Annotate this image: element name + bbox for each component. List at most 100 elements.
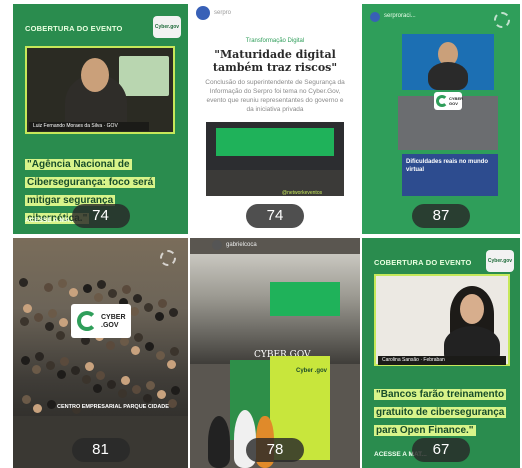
speaker-head xyxy=(81,58,109,92)
crowd-person xyxy=(157,390,166,399)
speaker-caption: Carolina Sansão · Febraban xyxy=(378,356,506,365)
account-handle: gabrielcoca xyxy=(226,242,257,248)
speaker-photo xyxy=(374,274,510,366)
crowd-person xyxy=(33,404,42,413)
article-tag: Transformação Digital xyxy=(245,38,305,44)
event-hall-photo xyxy=(190,254,360,364)
crowd-person xyxy=(93,384,102,393)
stage-screen xyxy=(270,282,340,316)
view-count: 74 xyxy=(246,204,304,228)
crowd-person xyxy=(35,352,44,361)
crowd-person xyxy=(106,341,115,350)
cyber-gov-logo: Cyber.gov xyxy=(153,16,181,38)
crowd-person xyxy=(56,331,65,340)
photo-credit: @networkeventos xyxy=(282,190,323,196)
banner-text: Dificuldades reais no mundo virtual xyxy=(406,159,489,173)
crowd-person xyxy=(145,342,154,351)
crowd-person xyxy=(58,279,67,288)
account-avatar xyxy=(212,240,222,250)
view-count: 67 xyxy=(412,438,470,462)
speaker-caption: Luiz Fernando Moraes da Silva · GOV xyxy=(29,122,149,131)
crowd-person xyxy=(107,380,116,389)
account-handle: serproraci... xyxy=(384,13,416,19)
crowd-person xyxy=(83,284,92,293)
story-tile-6[interactable]: COBERTURA DO EVENTO Cyber.gov Carolina S… xyxy=(362,238,520,468)
crowd-person xyxy=(97,280,106,289)
crowd-person xyxy=(118,389,127,398)
event-stage-photo xyxy=(206,122,344,196)
location-label: CENTRO EMPRESARIAL PARQUE CIDADE xyxy=(57,404,169,410)
tile-header: COBERTURA DO EVENTO xyxy=(25,24,123,33)
crowd-person xyxy=(168,399,177,408)
view-count: 87 xyxy=(412,204,470,228)
crowd-person xyxy=(34,313,43,322)
crowd-person xyxy=(155,312,164,321)
cyber-gov-logo: Cyber.gov xyxy=(486,250,514,272)
crowd-person xyxy=(94,293,103,302)
crowd-person xyxy=(171,386,180,395)
stage-floor xyxy=(206,170,344,196)
crowd-person xyxy=(59,318,68,327)
crowd-person xyxy=(143,394,152,403)
cyber-gov-g-icon xyxy=(436,95,448,107)
article-title: "Maturidade digital também traz riscos" xyxy=(212,48,338,74)
stories-grid: COBERTURA DO EVENTO Cyber.gov Luiz Ferna… xyxy=(0,0,522,468)
view-count: 74 xyxy=(71,204,130,228)
crowd-person xyxy=(108,289,117,298)
speaker-photo xyxy=(25,46,175,134)
crowd-person xyxy=(21,356,30,365)
account-avatar xyxy=(196,6,210,20)
crowd-person xyxy=(85,362,94,371)
story-tile-2[interactable]: serpro Transformação Digital "Maturidade… xyxy=(190,4,360,234)
crowd-person xyxy=(48,309,57,318)
cyber-gov-logo: CYBER .GOV xyxy=(71,304,131,338)
crowd-person xyxy=(158,299,167,308)
view-count: 81 xyxy=(71,438,130,462)
crowd-person xyxy=(121,376,130,385)
crowd-person xyxy=(20,317,29,326)
crowd-person xyxy=(46,361,55,370)
view-count: 78 xyxy=(246,438,304,462)
story-tile-5[interactable]: gabrielcoca CYBER.GOV Cyber .gov 78 xyxy=(190,238,360,468)
crowd-person xyxy=(120,337,129,346)
background-screen xyxy=(119,56,169,96)
crowd-person xyxy=(170,347,179,356)
crowd-person xyxy=(32,365,41,374)
speaker-body xyxy=(428,62,468,90)
stage-wall xyxy=(216,128,334,156)
crowd-person xyxy=(57,370,66,379)
crowd-person xyxy=(47,400,56,409)
crowd-person xyxy=(146,381,155,390)
quote-text: "Bancos farão treinamento gratuito de ci… xyxy=(374,389,507,436)
cta-link[interactable]: ACESSE A MA... xyxy=(25,217,75,224)
crowd-person xyxy=(134,333,143,342)
crowd-person xyxy=(45,322,54,331)
loading-ring-icon xyxy=(494,12,510,28)
crowd-person xyxy=(132,385,141,394)
cyber-gov-logo: CYBER GOV xyxy=(434,92,463,110)
article-description: Conclusão do superintendente de Seguranç… xyxy=(205,79,345,113)
story-tile-4[interactable]: CYBER .GOV CENTRO EMPRESARIAL PARQUE CID… xyxy=(13,238,188,468)
crowd-person xyxy=(122,285,131,294)
panel-photo: Dificuldades reais no mundo virtual xyxy=(402,154,498,196)
account-handle: serpro xyxy=(214,10,232,16)
crowd-person xyxy=(167,360,176,369)
crowd-person xyxy=(131,346,140,355)
crowd-person xyxy=(69,288,78,297)
crowd-person xyxy=(156,351,165,360)
crowd-person xyxy=(169,308,178,317)
crowd-person xyxy=(133,294,142,303)
speaker-head xyxy=(460,294,484,324)
crowd-person xyxy=(71,366,80,375)
speaker-photo xyxy=(402,34,494,90)
story-tile-3[interactable]: serproraci... CYBER GOV Dificuldades rea… xyxy=(362,4,520,234)
crowd-person xyxy=(19,278,28,287)
crowd-person xyxy=(82,375,91,384)
story-tile-1[interactable]: COBERTURA DO EVENTO Cyber.gov Luiz Ferna… xyxy=(13,4,188,234)
tile-header: COBERTURA DO EVENTO xyxy=(374,258,472,267)
crowd-person xyxy=(23,304,32,313)
crowd-person xyxy=(130,307,139,316)
crowd-person xyxy=(144,303,153,312)
crowd-person xyxy=(22,395,31,404)
crowd-person xyxy=(60,357,69,366)
